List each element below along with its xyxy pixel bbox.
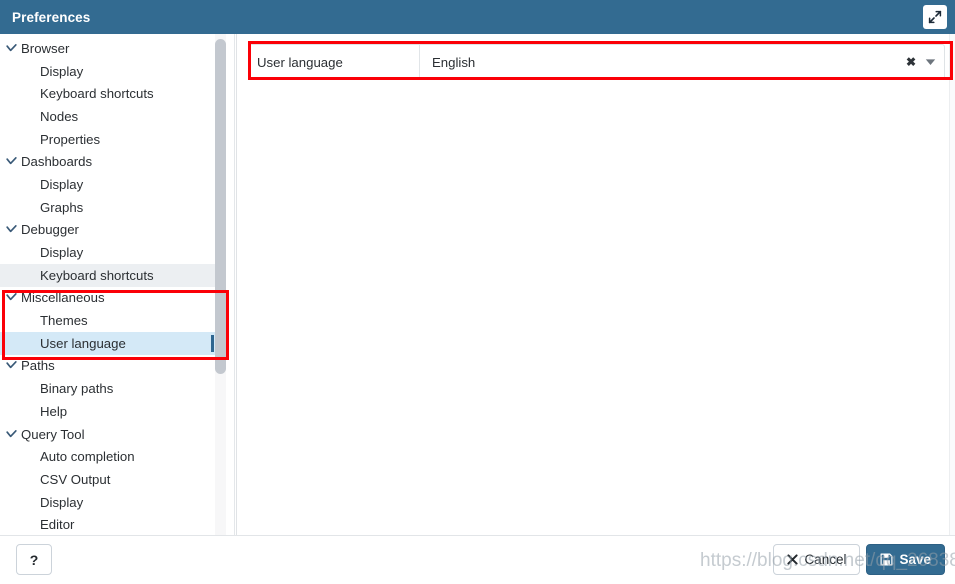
sidebar-item-label: Properties (40, 131, 101, 147)
footer-actions: Cancel Save (773, 544, 945, 575)
sidebar-item-label: Display (40, 63, 84, 79)
sidebar-item-label: Display (40, 176, 84, 192)
dialog-footer: ? Cancel Save (0, 535, 955, 584)
chevron-down-icon[interactable] (925, 58, 936, 66)
floppy-disk-save-icon (880, 553, 893, 566)
close-x-icon (787, 554, 799, 565)
sidebar-item-browser[interactable]: Browser (0, 37, 216, 60)
chevron-down-icon[interactable] (4, 155, 18, 169)
clear-x-icon[interactable]: ✖ (906, 56, 916, 68)
sidebar-item-label: Paths (21, 358, 55, 374)
chevron-down-icon[interactable] (4, 223, 18, 237)
sidebar-item-graphs[interactable]: Graphs (0, 196, 216, 219)
expand-arrows-icon[interactable] (923, 5, 947, 29)
user-language-label: User language (250, 45, 420, 79)
sidebar-item-label: Editor (40, 517, 75, 533)
user-language-value: English (432, 54, 476, 70)
sidebar-item-binary-paths[interactable]: Binary paths (0, 377, 216, 400)
sidebar-item-display[interactable]: Display (0, 491, 216, 514)
selection-indicator (211, 334, 214, 352)
help-button[interactable]: ? (16, 544, 52, 575)
cancel-button[interactable]: Cancel (773, 544, 861, 575)
preferences-sidebar: Browser Display Keyboard shortcuts Nodes Pro… (0, 34, 235, 535)
sidebar-item-label: Display (40, 494, 84, 510)
chevron-down-icon[interactable] (4, 41, 18, 55)
sidebar-item-user-language[interactable]: User language (0, 331, 216, 355)
sidebar-item-label: Themes (40, 313, 88, 329)
panel-right-edge (949, 34, 955, 535)
sidebar-item-csv-output[interactable]: CSV Output (0, 468, 216, 491)
sidebar-item-help[interactable]: Help (0, 400, 216, 423)
sidebar-item-label: Dashboards (21, 154, 93, 170)
sidebar-item-label: Debugger (21, 222, 79, 238)
preferences-dialog: Preferences Browser Display Keyboard short… (0, 0, 955, 584)
sidebar-item-label: User language (40, 335, 126, 351)
sidebar-item-label: Nodes (40, 108, 79, 124)
user-language-select[interactable]: English ✖ (420, 45, 944, 79)
user-language-field-row: User language English ✖ (249, 44, 945, 80)
dialog-body: Browser Display Keyboard shortcuts Nodes Pro… (0, 34, 955, 535)
chevron-down-icon[interactable] (4, 291, 18, 305)
sidebar-scrollbar-thumb[interactable] (215, 39, 226, 374)
chevron-down-icon[interactable] (4, 427, 18, 441)
sidebar-item-label: Display (40, 245, 84, 261)
save-button-label: Save (899, 552, 931, 567)
sidebar-item-label: CSV Output (40, 471, 111, 487)
sidebar-item-label: Binary paths (40, 381, 114, 397)
sidebar-item-editor[interactable]: Editor (0, 513, 216, 535)
sidebar-item-themes[interactable]: Themes (0, 309, 216, 332)
sidebar-item-nodes[interactable]: Nodes (0, 105, 216, 128)
sidebar-item-query-tool[interactable]: Query Tool (0, 423, 216, 446)
sidebar-item-label: Graphs (40, 199, 84, 215)
sidebar-item-dashboards[interactable]: Dashboards (0, 150, 216, 173)
sidebar-item-display[interactable]: Display (0, 173, 216, 196)
dialog-titlebar: Preferences (0, 0, 955, 34)
sidebar-item-keyboard-shortcuts[interactable]: Keyboard shortcuts (0, 82, 216, 105)
sidebar-item-display[interactable]: Display (0, 60, 216, 83)
user-language-field-actions: ✖ (906, 45, 936, 79)
sidebar-item-miscellaneous[interactable]: Miscellaneous (0, 287, 216, 310)
sidebar-item-display[interactable]: Display (0, 241, 216, 264)
sidebar-item-label: Keyboard shortcuts (40, 267, 154, 283)
sidebar-item-label: Auto completion (40, 449, 135, 465)
sidebar-item-debugger[interactable]: Debugger (0, 219, 216, 242)
save-button[interactable]: Save (866, 544, 945, 575)
sidebar-item-paths[interactable]: Paths (0, 355, 216, 378)
sidebar-item-label: Miscellaneous (21, 290, 105, 306)
cancel-button-label: Cancel (804, 552, 847, 567)
preferences-tree: Browser Display Keyboard shortcuts Nodes Pro… (0, 37, 216, 535)
sidebar-item-auto-completion[interactable]: Auto completion (0, 445, 216, 468)
dialog-title: Preferences (12, 9, 91, 25)
sidebar-item-label: Query Tool (21, 426, 85, 442)
preferences-panel: User language English ✖ (236, 34, 955, 535)
sidebar-item-label: Keyboard shortcuts (40, 86, 154, 102)
sidebar-item-properties[interactable]: Properties (0, 128, 216, 151)
chevron-down-icon[interactable] (4, 359, 18, 373)
sidebar-item-keyboard-shortcuts[interactable]: Keyboard shortcuts (0, 263, 216, 287)
sidebar-item-label: Browser (21, 40, 70, 56)
sidebar-item-label: Help (40, 403, 68, 419)
